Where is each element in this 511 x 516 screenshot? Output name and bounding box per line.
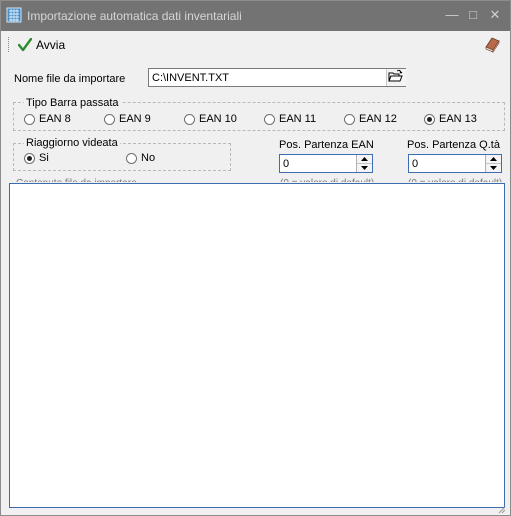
browse-button[interactable]	[386, 69, 406, 86]
toolbar-grip[interactable]	[8, 37, 11, 52]
radio-button[interactable]	[24, 113, 35, 125]
preview-label: Contenuto file da importare	[16, 178, 137, 182]
radio-label: Si	[39, 152, 49, 164]
radio-label: EAN 9	[119, 113, 151, 125]
radio-refresh-si[interactable]: Si	[24, 152, 49, 164]
spin-buttons	[356, 155, 372, 172]
pos-qta-value[interactable]: 0	[412, 158, 418, 170]
radio-label: No	[141, 152, 156, 164]
radio-button[interactable]	[184, 113, 195, 125]
checkmark-icon	[18, 38, 32, 52]
file-path-input[interactable]	[148, 68, 406, 87]
radio-ean-13[interactable]: EAN 13	[424, 113, 477, 125]
radio-ean-8[interactable]: EAN 8	[24, 113, 71, 125]
toolbar	[1, 31, 510, 58]
window-title: Importazione automatica dati inventarial…	[27, 9, 242, 23]
avvia-button[interactable]: Avvia	[18, 35, 65, 55]
pos-qta-stepper[interactable]: 0	[408, 154, 502, 173]
app-icon	[6, 7, 22, 23]
spin-up-icon[interactable]	[486, 155, 501, 164]
radio-label: EAN 13	[439, 113, 477, 125]
radio-ean-10[interactable]: EAN 10	[184, 113, 237, 125]
radio-label: EAN 11	[279, 113, 317, 125]
pos-ean-value[interactable]: 0	[283, 158, 289, 170]
radio-ean-12[interactable]: EAN 12	[344, 113, 397, 125]
minimize-button[interactable]: —	[443, 6, 461, 24]
pos-ean-note: (0 = valore di default)	[280, 178, 374, 182]
radio-button-selected[interactable]	[424, 113, 435, 125]
spin-down-icon[interactable]	[357, 164, 372, 172]
radio-button[interactable]	[264, 113, 275, 125]
radio-label: EAN 12	[359, 113, 397, 125]
file-label: Nome file da importare	[14, 73, 126, 85]
spin-buttons	[485, 155, 501, 172]
radio-button[interactable]	[126, 152, 137, 164]
radio-label: EAN 8	[39, 113, 71, 125]
pos-qta-label: Pos. Partenza Q.tà	[407, 139, 500, 151]
radio-ean-9[interactable]: EAN 9	[104, 113, 151, 125]
radio-label: EAN 10	[199, 113, 237, 125]
pos-qta-note: (0 = valore di default)	[408, 178, 502, 182]
file-preview-area[interactable]	[9, 183, 505, 508]
book-icon[interactable]	[483, 35, 501, 53]
radio-button[interactable]	[104, 113, 115, 125]
refresh-view-legend: Riaggiorno videata	[24, 137, 120, 149]
pos-ean-label: Pos. Partenza EAN	[279, 139, 374, 151]
maximize-button[interactable]: □	[464, 6, 482, 24]
open-folder-icon	[388, 69, 403, 82]
spin-down-icon[interactable]	[486, 164, 501, 172]
radio-button-selected[interactable]	[24, 152, 35, 164]
radio-refresh-no[interactable]: No	[126, 152, 155, 164]
pos-ean-stepper[interactable]: 0	[279, 154, 373, 173]
barcode-type-legend: Tipo Barra passata	[24, 97, 121, 109]
avvia-label: Avvia	[36, 38, 66, 52]
spin-up-icon[interactable]	[357, 155, 372, 164]
resize-grip-icon[interactable]	[498, 506, 506, 514]
radio-button[interactable]	[344, 113, 355, 125]
close-button[interactable]: ✕	[486, 6, 504, 24]
radio-ean-11[interactable]: EAN 11	[264, 113, 316, 125]
